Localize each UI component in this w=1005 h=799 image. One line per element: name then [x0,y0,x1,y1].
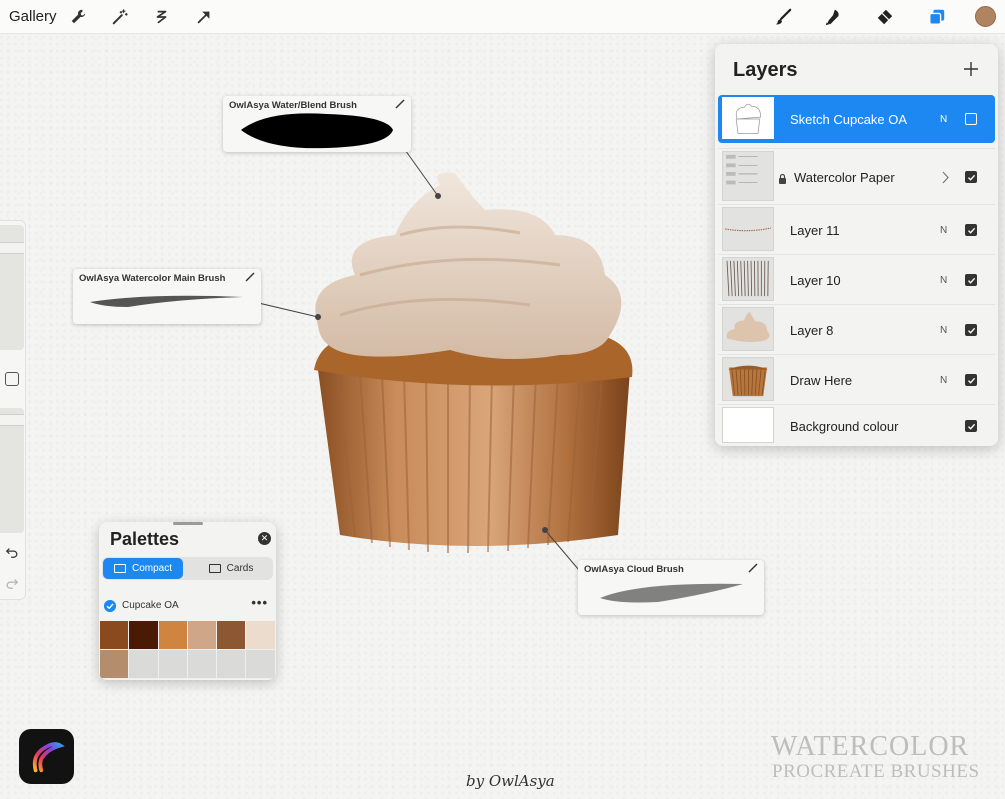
layers-title: Layers [733,59,798,81]
visibility-checkbox[interactable] [965,324,977,336]
layer-thumbnail[interactable] [722,407,774,443]
add-layer-icon[interactable] [962,60,980,78]
layer-row[interactable]: Sketch Cupcake OA N [718,95,995,143]
brush-card-cloud: OwlAsya Cloud Brush [578,560,764,615]
layer-name: Draw Here [790,373,853,388]
layer-row[interactable]: Draw Here N [718,354,995,404]
layer-name: Layer 8 [790,323,834,338]
lock-icon [779,173,786,184]
brush-card-watercolor-main: OwlAsya Watercolor Main Brush [73,269,261,324]
visibility-checkbox[interactable] [965,171,977,183]
layers-icon[interactable] [925,5,949,29]
layer-row[interactable]: Watercolor Paper [718,148,995,204]
layer-thumbnail[interactable] [722,257,774,301]
visibility-checkbox[interactable] [965,113,977,125]
layer-name: Sketch Cupcake OA [790,112,908,127]
close-icon[interactable]: ✕ [258,532,271,545]
color-swatch[interactable] [158,650,188,679]
gallery-button[interactable]: Gallery [9,8,57,25]
brush-stroke-preview [241,113,393,149]
brush-card-water-blend: OwlAsya Water/Blend Brush [223,96,411,152]
opacity-thumb[interactable] [0,413,24,426]
color-swatch[interactable] [100,650,130,679]
swatch-grid [100,621,276,679]
visibility-checkbox[interactable] [965,224,977,236]
chevron-right-icon[interactable] [941,171,950,184]
layer-name: Background colour [790,419,899,434]
left-sidebar [0,220,26,600]
layer-row[interactable]: Layer 8 N [718,304,995,354]
layer-name: Layer 10 [790,273,841,288]
color-swatch[interactable] [129,650,159,679]
layer-row[interactable]: Layer 10 N [718,254,995,304]
color-swatch[interactable] [129,621,159,650]
brush-edit-icon[interactable] [748,563,758,573]
color-swatch[interactable] [187,650,218,679]
color-swatch[interactable] [217,621,247,650]
brush-stroke-preview [600,583,743,603]
color-swatch[interactable] [100,621,130,650]
eraser-icon[interactable] [873,5,897,29]
palette-view-switch: Compact Cards [102,557,273,580]
watermark-line-2: PROCREATE BRUSHES [772,761,980,782]
brush-edit-icon[interactable] [245,272,255,282]
cupcake-illustration [314,172,633,554]
selection-icon[interactable] [150,5,174,29]
layer-name: Layer 11 [790,223,840,238]
palette-name: Cupcake OA [122,600,179,611]
layer-name: Watercolor Paper [794,170,895,185]
transform-arrow-icon[interactable] [192,5,216,29]
tab-cards-label: Cards [226,563,254,574]
top-toolbar: Gallery [0,0,1005,34]
procreate-logo [19,729,74,784]
palette-header[interactable]: Cupcake OA ••• [104,595,274,613]
color-swatch[interactable] [217,650,247,679]
blend-mode-button[interactable]: N [940,275,947,286]
layer-thumbnail[interactable] [722,207,774,251]
watermark-line-1: WATERCOLOR [771,731,970,762]
color-picker-swatch[interactable] [975,6,996,27]
blend-mode-button[interactable]: N [940,114,947,125]
layer-thumbnail[interactable] [722,151,774,201]
cards-view-icon [208,564,221,573]
brush-icon[interactable] [771,5,795,29]
layer-thumbnail[interactable] [722,97,774,139]
blend-mode-button[interactable]: N [940,325,947,336]
color-swatch[interactable] [158,621,188,650]
palettes-panel: Palettes ✕ Compact Cards Cupcake OA ••• [99,522,276,680]
brush-name: OwlAsya Watercolor Main Brush [79,273,226,284]
visibility-checkbox[interactable] [965,374,977,386]
smudge-icon[interactable] [821,5,845,29]
blend-mode-button[interactable]: N [940,225,947,236]
panel-grabber[interactable] [173,522,203,525]
color-swatch[interactable] [187,621,218,650]
more-options-icon[interactable]: ••• [251,595,268,610]
compact-view-icon [113,564,126,573]
layer-thumbnail[interactable] [722,307,774,351]
artist-signature: by OwlAsya [466,772,555,790]
layer-thumbnail[interactable] [722,357,774,401]
palettes-title: Palettes [110,529,180,549]
brush-name: OwlAsya Cloud Brush [584,564,684,575]
brush-stroke-preview [90,295,243,307]
brush-size-thumb[interactable] [0,241,24,254]
tab-cards[interactable]: Cards [191,558,271,579]
visibility-checkbox[interactable] [965,420,977,432]
tab-compact[interactable]: Compact [103,558,183,579]
wrench-icon[interactable] [66,5,90,29]
magic-wand-icon[interactable] [108,5,132,29]
color-swatch[interactable] [246,650,276,679]
layer-row[interactable]: Background colour [718,404,995,446]
undo-icon[interactable] [4,544,20,560]
layer-row[interactable]: Layer 11 N [718,204,995,254]
modify-button[interactable] [5,372,19,386]
redo-icon[interactable] [4,575,20,591]
visibility-checkbox[interactable] [965,274,977,286]
default-palette-check-icon [104,600,116,612]
opacity-slider[interactable] [0,408,24,533]
color-swatch[interactable] [246,621,276,650]
blend-mode-button[interactable]: N [940,375,947,386]
tab-compact-label: Compact [131,563,172,574]
layers-panel: Layers Sketch Cupcake OA N Watercolor Pape… [715,44,998,446]
